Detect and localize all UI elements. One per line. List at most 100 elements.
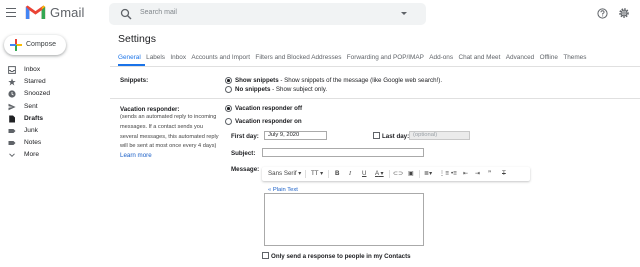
inbox-icon [8,66,16,74]
gmail-logo[interactable]: Gmail [25,4,84,20]
bold-button[interactable]: B [335,170,339,177]
toolbar-separator [305,170,306,178]
snippets-label: Snippets: [120,77,149,84]
sidebar-item-notes[interactable]: Notes [0,137,100,149]
sidebar-item-starred[interactable]: Starred [0,76,100,88]
tab-labels[interactable]: Labels [146,54,165,61]
tab-inbox[interactable]: Inbox [170,54,186,61]
tab-offline[interactable]: Offline [540,54,558,61]
send-icon [8,103,16,110]
no-snippets-desc: - Show subject only. [270,86,328,93]
toolbar-separator [328,170,329,178]
sidebar-item-junk[interactable]: Junk [0,125,100,137]
sidebar-item-sent[interactable]: Sent [0,101,100,113]
draft-icon [9,115,15,123]
last-day-checkbox[interactable] [373,132,380,139]
compose-button[interactable]: Compose [4,35,66,55]
contacts-only-label: Only send a response to people in my Con… [271,253,411,260]
align-icon[interactable]: ≣▾ [424,170,432,177]
top-bar: Gmail Search mail [0,0,640,28]
vacation-on-label: Vacation responder on [235,118,302,125]
image-icon[interactable]: ▣ [408,170,414,177]
text-color-button[interactable]: A ▾ [375,170,384,177]
sidebar-item-more[interactable]: More [0,149,100,161]
message-label: Message: [231,166,260,173]
help-icon[interactable] [597,8,608,19]
tab-general[interactable]: General [118,54,141,61]
sidebar-item-label: Drafts [24,114,44,122]
last-day-field[interactable]: (optional) [409,131,470,140]
contacts-only-checkbox[interactable] [262,252,269,259]
sidebar-item-label: Junk [24,126,38,134]
show-snippets-desc: - Show snippets of the message (like Goo… [278,77,443,84]
desc-line: will be sent at most once every 4 days) [120,143,217,150]
no-snippets-text: No snippets - Show subject only. [235,86,327,93]
page-title: Settings [118,33,156,45]
tab-advanced[interactable]: Advanced [506,54,534,61]
toolbar-separator [389,170,390,178]
subject-field[interactable] [262,148,424,157]
vacation-off-label: Vacation responder off [235,105,303,112]
show-snippets-radio[interactable] [225,77,232,84]
vacation-responder-label: Vacation responder: [120,106,180,113]
clock-icon [8,90,16,98]
no-snippets-radio[interactable] [225,86,232,93]
show-snippets-text: Show snippets - Show snippets of the mes… [235,77,442,84]
bulleted-list-icon[interactable]: •≡ [451,170,457,177]
desc-line: (sends an automated reply to incoming [120,114,217,120]
toolbar-separator [419,170,420,178]
chevron-down-icon [9,153,15,158]
underline-button[interactable]: U [362,170,366,177]
message-editor[interactable] [264,193,424,246]
settings-gear-icon[interactable] [618,7,630,19]
sidebar-nav: Inbox Starred Snoozed Sent Drafts Junk N… [0,64,100,162]
sidebar-item-label: Notes [24,139,42,147]
quote-icon[interactable]: ” [488,170,491,177]
gmail-m-icon [25,5,46,19]
sidebar-item-drafts[interactable]: Drafts [0,113,100,125]
first-day-label: First day: [231,133,259,140]
label-icon [8,141,16,146]
formatting-toolbar: Sans Serif ▾ TT ▾ B I U A ▾ ⊂⊃ ▣ ≣▾ ⋮≡ •… [262,167,530,181]
compose-plus-icon [10,39,22,51]
section-divider [110,98,640,99]
learn-more-link[interactable]: Learn more [120,152,152,159]
last-day-label: Last day: [382,133,410,140]
italic-button[interactable]: I [349,170,351,177]
tab-filters[interactable]: Filters and Blocked Addresses [255,54,341,61]
font-family-dropdown[interactable]: Sans Serif ▾ [268,170,301,177]
tab-forwarding[interactable]: Forwarding and POP/IMAP [347,54,424,61]
sidebar-item-label: More [24,151,40,159]
sidebar-item-label: Inbox [24,66,41,73]
sidebar-item-snoozed[interactable]: Snoozed [0,88,100,100]
vacation-on-radio[interactable] [225,118,232,125]
font-size-dropdown[interactable]: TT ▾ [311,170,323,177]
main-menu-icon[interactable] [6,8,16,17]
star-icon [8,78,16,86]
gmail-logo-text: Gmail [50,4,85,20]
remove-formatting-icon[interactable]: T [502,170,506,177]
search-bar[interactable]: Search mail [109,3,426,25]
sidebar-item-inbox[interactable]: Inbox [0,64,100,76]
indent-less-icon[interactable]: ⇤ [463,170,468,177]
search-icon[interactable] [120,8,132,20]
vacation-off-radio[interactable] [225,105,232,112]
label-icon [8,128,16,133]
text-color-icon: A [375,170,379,177]
numbered-list-icon[interactable]: ⋮≡ [439,170,449,177]
first-day-field[interactable]: July 9, 2020 [264,131,327,140]
desc-line: messages. If a contact sends you [120,123,204,130]
tab-add-ons[interactable]: Add-ons [429,54,453,61]
tab-themes[interactable]: Themes [563,54,586,61]
no-snippets-bold: No snippets [235,86,271,93]
settings-tabs: General Labels Inbox Accounts and Import… [118,54,592,61]
sidebar-item-label: Starred [24,78,46,86]
tab-chat-and-meet[interactable]: Chat and Meet [458,54,500,61]
link-icon[interactable]: ⊂⊃ [393,170,403,177]
tab-accounts-and-import[interactable]: Accounts and Import [191,54,250,61]
subject-label: Subject: [231,150,256,157]
font-size-icon: T [311,170,315,177]
search-options-icon[interactable] [401,12,407,15]
indent-more-icon[interactable]: ⇥ [475,170,480,177]
search-input[interactable]: Search mail [140,9,177,16]
